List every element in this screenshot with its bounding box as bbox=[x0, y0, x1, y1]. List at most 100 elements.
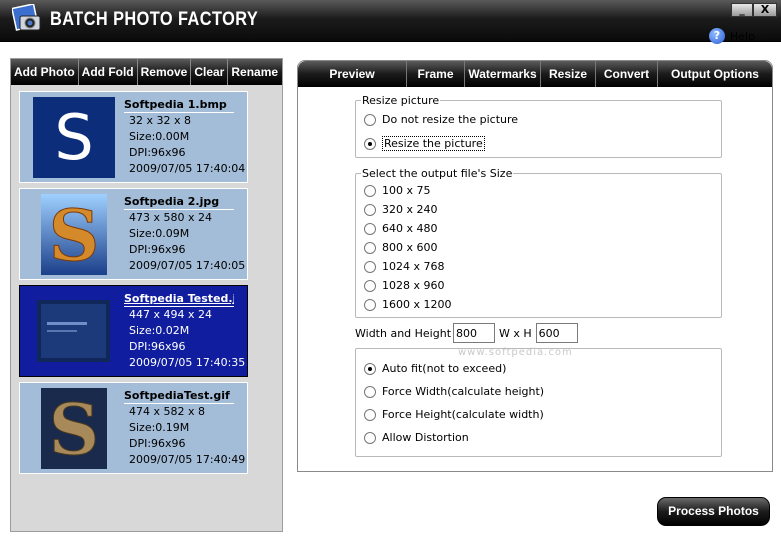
radio-label: 100 x 75 bbox=[382, 184, 431, 197]
help-link[interactable]: ? Help bbox=[709, 28, 755, 44]
radio-label: Force Width(calculate height) bbox=[382, 385, 545, 398]
process-photos-button[interactable]: Process Photos bbox=[657, 497, 770, 526]
photo-dpi: DPI:96x96 bbox=[129, 243, 186, 256]
size-radio-320x240[interactable]: 320 x 240 bbox=[364, 203, 438, 216]
size-radio-100x75[interactable]: 100 x 75 bbox=[364, 184, 431, 197]
photo-list[interactable]: S Softpedia 1.bmp 32 x 32 x 8 Size:0.00M… bbox=[19, 91, 249, 479]
app-title: BATCH PHOTO FACTORY bbox=[50, 9, 259, 30]
radio-circle bbox=[364, 203, 376, 216]
output-size-legend: Select the output file's Size bbox=[362, 167, 513, 180]
tab-watermarks[interactable]: Watermarks bbox=[465, 61, 541, 87]
tab-bar: Preview Frame Watermarks Resize Convert … bbox=[298, 61, 772, 87]
width-height-row: Width and Height W x H bbox=[355, 323, 578, 343]
size-radio-800x600[interactable]: 800 x 600 bbox=[364, 241, 438, 254]
photo-dpi: DPI:96x96 bbox=[129, 437, 186, 450]
photo-list-panel: Add Photo Add Fold Remove Clear Rename S… bbox=[10, 58, 283, 532]
size-radio-1600x1200[interactable]: 1600 x 1200 bbox=[364, 298, 452, 311]
photo-dpi: DPI:96x96 bbox=[129, 146, 186, 159]
photo-name: Softpedia Tested.jp bbox=[124, 292, 234, 307]
radio-circle bbox=[364, 362, 376, 375]
radio-circle bbox=[364, 222, 376, 235]
auto-fit-radio[interactable]: Auto fit(not to exceed) bbox=[364, 362, 506, 375]
photo-dpi: DPI:96x96 bbox=[129, 340, 186, 353]
radio-label: 800 x 600 bbox=[382, 241, 438, 254]
photo-thumbnail: S bbox=[33, 97, 115, 178]
height-input[interactable] bbox=[535, 323, 578, 343]
radio-circle bbox=[364, 137, 376, 150]
photo-size: Size:0.02M bbox=[129, 324, 190, 337]
force-width-radio[interactable]: Force Width(calculate height) bbox=[364, 385, 544, 398]
svg-text:S: S bbox=[54, 101, 93, 174]
rename-button[interactable]: Rename bbox=[228, 59, 281, 85]
photo-thumbnail bbox=[37, 300, 110, 362]
photo-name: Softpedia 2.jpg bbox=[124, 195, 234, 210]
radio-circle bbox=[364, 241, 376, 254]
radio-label: 320 x 240 bbox=[382, 203, 438, 216]
tab-frame[interactable]: Frame bbox=[407, 61, 465, 87]
photo-date: 2009/07/05 17:40:04 bbox=[129, 162, 246, 175]
photo-item-selected[interactable]: Softpedia Tested.jp 447 x 494 x 24 Size:… bbox=[19, 285, 248, 377]
photo-dimensions: 474 x 582 x 8 bbox=[129, 405, 205, 418]
force-height-radio[interactable]: Force Height(calculate width) bbox=[364, 408, 544, 421]
photo-date: 2009/07/05 17:40:05 bbox=[129, 259, 246, 272]
width-input[interactable] bbox=[453, 323, 496, 343]
radio-circle bbox=[364, 408, 376, 421]
size-radio-640x480[interactable]: 640 x 480 bbox=[364, 222, 438, 235]
radio-label: Resize the picture bbox=[382, 136, 485, 151]
remove-button[interactable]: Remove bbox=[138, 59, 192, 85]
radio-circle bbox=[364, 113, 376, 126]
close-button[interactable]: X bbox=[753, 3, 777, 17]
photo-size: Size:0.19M bbox=[129, 421, 190, 434]
width-height-label: Width and Height bbox=[355, 326, 452, 340]
camera-icon bbox=[11, 3, 44, 36]
photo-name: SoftpediaTest.gif bbox=[124, 389, 234, 404]
resize-radio[interactable]: Resize the picture bbox=[364, 136, 485, 151]
photo-thumbnail: S bbox=[41, 194, 107, 275]
radio-circle bbox=[364, 279, 376, 292]
radio-label: Force Height(calculate width) bbox=[382, 408, 544, 421]
title-bar: BATCH PHOTO FACTORY _ X bbox=[0, 0, 781, 42]
allow-distortion-radio[interactable]: Allow Distortion bbox=[364, 431, 469, 444]
photo-size: Size:0.09M bbox=[129, 227, 190, 240]
photo-date: 2009/07/05 17:40:35 bbox=[129, 356, 246, 369]
photo-toolbar: Add Photo Add Fold Remove Clear Rename bbox=[11, 59, 282, 85]
photo-size: Size:0.00M bbox=[129, 130, 190, 143]
add-photo-button[interactable]: Add Photo bbox=[11, 59, 79, 85]
radio-circle bbox=[364, 184, 376, 197]
tab-output-options[interactable]: Output Options bbox=[658, 61, 772, 87]
tab-resize[interactable]: Resize bbox=[541, 61, 596, 87]
minimize-button[interactable]: _ bbox=[731, 3, 753, 17]
radio-circle bbox=[364, 385, 376, 398]
photo-item[interactable]: S Softpedia 1.bmp 32 x 32 x 8 Size:0.00M… bbox=[19, 91, 248, 183]
photo-thumbnail: S bbox=[41, 388, 107, 469]
radio-label: Allow Distortion bbox=[382, 431, 469, 444]
svg-text:S: S bbox=[49, 194, 100, 275]
photo-item[interactable]: S Softpedia 2.jpg 473 x 580 x 24 Size:0.… bbox=[19, 188, 248, 280]
radio-label: 1024 x 768 bbox=[382, 260, 445, 273]
photo-name: Softpedia 1.bmp bbox=[124, 98, 234, 113]
radio-circle bbox=[364, 431, 376, 444]
radio-label: 1028 x 960 bbox=[382, 279, 445, 292]
size-radio-1028x960[interactable]: 1028 x 960 bbox=[364, 279, 445, 292]
tab-preview[interactable]: Preview bbox=[298, 61, 407, 87]
photo-date: 2009/07/05 17:40:49 bbox=[129, 453, 246, 466]
help-icon: ? bbox=[709, 28, 725, 44]
svg-text:S: S bbox=[49, 388, 100, 469]
photo-dimensions: 32 x 32 x 8 bbox=[129, 114, 191, 127]
radio-label: 1600 x 1200 bbox=[382, 298, 452, 311]
radio-label: Auto fit(not to exceed) bbox=[382, 362, 507, 375]
resize-picture-legend: Resize picture bbox=[362, 94, 440, 107]
clear-button[interactable]: Clear bbox=[191, 59, 229, 85]
add-folder-button[interactable]: Add Fold bbox=[79, 59, 138, 85]
size-radio-1024x768[interactable]: 1024 x 768 bbox=[364, 260, 445, 273]
radio-label: Do not resize the picture bbox=[382, 113, 519, 126]
tab-convert[interactable]: Convert bbox=[596, 61, 658, 87]
wxh-label: W x H bbox=[499, 326, 532, 340]
photo-dimensions: 447 x 494 x 24 bbox=[129, 308, 212, 321]
help-label: Help bbox=[730, 29, 756, 43]
no-resize-radio[interactable]: Do not resize the picture bbox=[364, 113, 518, 126]
window-controls: _ X bbox=[731, 3, 777, 17]
radio-circle bbox=[364, 260, 376, 273]
photo-item[interactable]: S SoftpediaTest.gif 474 x 582 x 8 Size:0… bbox=[19, 382, 248, 474]
radio-label: 640 x 480 bbox=[382, 222, 438, 235]
